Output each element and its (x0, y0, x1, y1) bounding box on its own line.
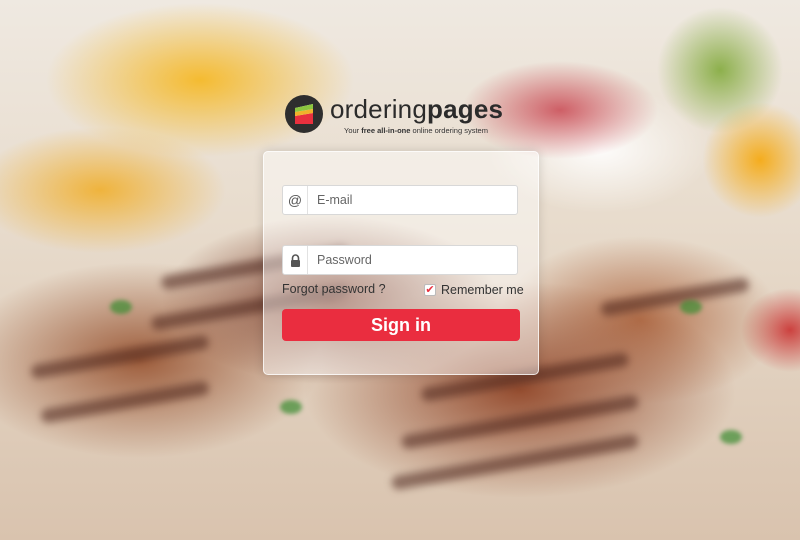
brand-logo: orderingpages Your free all-in-one onlin… (284, 92, 504, 138)
at-icon: @ (283, 186, 308, 214)
forgot-password-link[interactable]: Forgot password ? (282, 282, 386, 296)
password-input[interactable] (317, 246, 513, 274)
login-card: @ Forgot password ? ✔ Remember me Sign i… (263, 151, 539, 375)
remember-me-label: Remember me (441, 283, 524, 297)
email-input[interactable] (317, 186, 513, 214)
remember-me-toggle[interactable]: ✔ Remember me (424, 282, 524, 298)
sign-in-button[interactable]: Sign in (282, 309, 520, 341)
ordering-pages-logo-icon (285, 95, 323, 133)
brand-name: orderingpages (330, 94, 504, 124)
lock-icon (283, 246, 308, 274)
email-field[interactable]: @ (282, 185, 518, 215)
password-field[interactable] (282, 245, 518, 275)
remember-me-checkbox[interactable]: ✔ (424, 284, 436, 296)
brand-tagline: Your free all-in-one online ordering sys… (344, 126, 488, 135)
